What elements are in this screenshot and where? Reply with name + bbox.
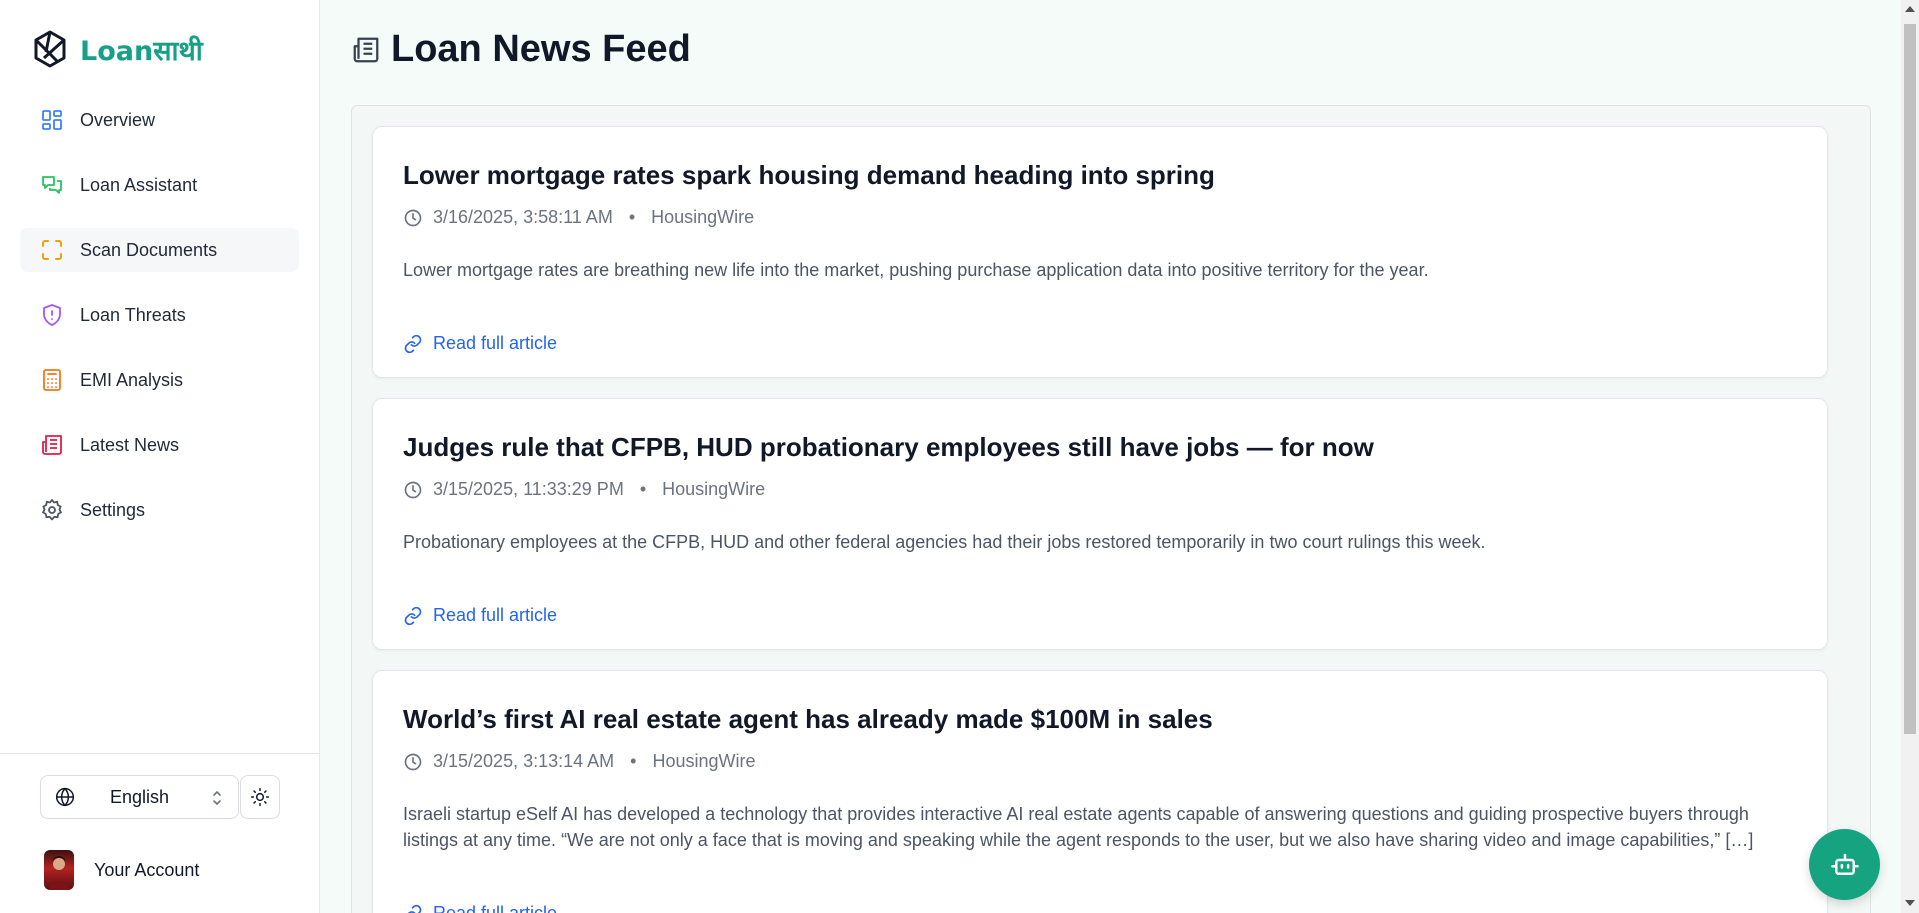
article-title: Lower mortgage rates spark housing deman… [403,160,1215,190]
clock-icon [404,753,422,770]
link-icon [404,334,422,353]
link-icon [407,904,422,913]
sidebar-item-loan-assistant[interactable]: Loan Assistant [20,163,299,207]
robot-icon [1830,853,1859,875]
newspaper-icon [42,435,62,455]
sidebar-item-emi-analysis[interactable]: EMI Analysis [20,358,299,402]
sidebar-item-latest-news[interactable]: Latest News [20,423,299,467]
sidebar-item-loan-threats[interactable]: Loan Threats [20,293,299,337]
article-source: HousingWire [662,479,766,499]
sidebar-item-label: Settings [80,499,146,520]
meta-separator: • [628,207,636,227]
clock-icon [404,209,422,226]
sidebar-item-label: EMI Analysis [80,369,184,390]
read-article-link[interactable]: Read full article [403,605,557,626]
account-label: Your Account [94,859,200,880]
link-icon [404,606,422,625]
article-meta: 3/15/2025, 3:13:14 AM • HousingWire [403,751,756,772]
news-card: Lower mortgage rates spark housing deman… [372,126,1828,378]
calculator-icon [43,369,61,391]
article-meta: 3/16/2025, 3:58:11 AM • HousingWire [403,207,754,228]
read-article-label: Read full article [433,903,558,913]
language-select[interactable]: English [40,775,239,819]
scroll-up-arrow[interactable] [1905,6,1915,12]
read-article-link[interactable]: Read full article [403,903,557,913]
news-card: Judges rule that CFPB, HUD probationary … [372,398,1828,650]
news-feed[interactable]: Lower mortgage rates spark housing deman… [351,105,1871,913]
article-title: World’s first AI real estate agent has a… [403,704,1213,734]
article-summary: Israeli startup eSelf AI has developed a… [403,804,1754,850]
sun-icon [250,787,270,807]
chat-bubbles-icon [42,176,62,194]
layout-grid-icon [42,110,62,130]
article-source: HousingWire [651,207,755,227]
sidebar-item-label: Loan Assistant [80,174,198,195]
page-scrollbar[interactable] [1901,0,1919,913]
sidebar-item-label: Loan Threats [80,304,186,325]
sidebar-item-label: Scan Documents [80,239,218,260]
article-title: Judges rule that CFPB, HUD probationary … [403,432,1374,462]
avatar [44,850,74,890]
sidebar-footer: English Your Account [0,753,320,913]
scan-frame-icon [42,240,62,260]
chatbot-button[interactable] [1809,829,1880,900]
read-article-label: Read full article [433,605,558,625]
read-article-link[interactable]: Read full article [403,333,557,354]
page-header: Loan News Feed [351,28,691,71]
shield-alert-icon [43,304,61,326]
theme-toggle-button[interactable] [240,775,280,819]
logo-icon [34,30,66,68]
article-timestamp: 3/15/2025, 3:13:14 AM [433,751,615,771]
article-timestamp: 3/15/2025, 11:33:29 PM [433,479,624,499]
account-menu[interactable]: Your Account [44,850,199,890]
main-content: Loan News Feed Lower mortgage rates spar… [321,0,1901,913]
newspaper-icon [353,37,379,62]
meta-separator: • [639,479,647,499]
sidebar-nav: Overview Loan Assistant Scan Documents L… [20,98,299,553]
article-summary: Lower mortgage rates are breathing new l… [403,260,1429,280]
article-source: HousingWire [652,751,756,771]
chevron-up-down-icon [213,791,221,805]
read-article-label: Read full article [433,333,558,353]
globe-icon [55,787,75,807]
scroll-down-arrow[interactable] [1905,900,1915,906]
avatar-image [49,856,69,890]
app-name: Loanसाथी [80,35,203,67]
page-title: Loan News Feed [391,28,691,70]
meta-separator: • [630,751,637,771]
sidebar-item-scan-documents[interactable]: Scan Documents [20,228,299,272]
gear-icon [42,499,62,521]
clock-icon [404,481,422,498]
article-timestamp: 3/16/2025, 3:58:11 AM [433,207,613,227]
sidebar: Loanसाथी Overview Loan Assistant Scan Do… [0,0,320,913]
sidebar-item-label: Latest News [80,434,180,455]
app-logo[interactable]: Loanसाथी [30,28,203,70]
sidebar-item-label: Overview [80,109,156,130]
sidebar-item-overview[interactable]: Overview [20,98,299,142]
article-summary: Probationary employees at the CFPB, HUD … [403,532,1486,552]
scrollbar-thumb[interactable] [1904,24,1916,734]
sidebar-item-settings[interactable]: Settings [20,488,299,532]
article-meta: 3/15/2025, 11:33:29 PM • HousingWire [403,479,765,500]
news-card: World’s first AI real estate agent has a… [372,670,1828,913]
